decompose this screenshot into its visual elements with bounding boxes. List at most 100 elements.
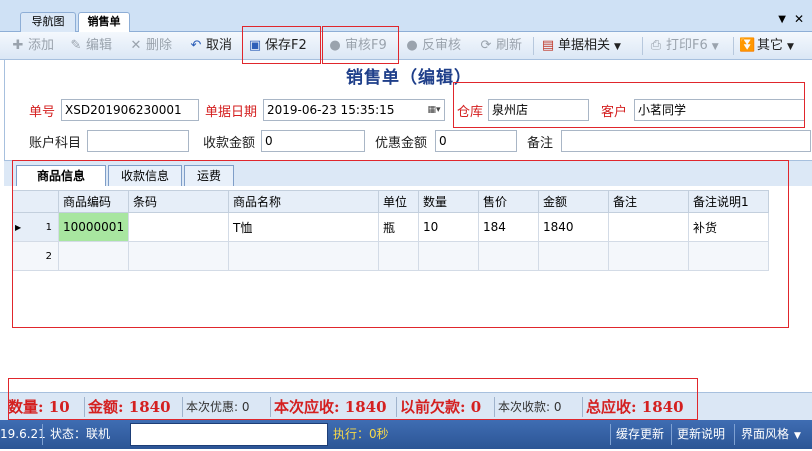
printer-icon: ⎙: [650, 38, 662, 53]
toolbar-separator: [533, 37, 534, 55]
discount-amount-field[interactable]: 0: [435, 130, 517, 152]
tab-payment-info[interactable]: 收款信息: [108, 165, 182, 186]
summary-separator: [270, 397, 271, 417]
table-cell[interactable]: T恤: [228, 212, 379, 242]
print-dropdown[interactable]: ⎙ 打印F6 ▼: [648, 32, 719, 60]
column-header[interactable]: 商品编码: [58, 190, 129, 213]
chevron-down-icon: ▼: [794, 431, 801, 441]
update-notes-button[interactable]: 更新说明: [677, 420, 725, 449]
save-button[interactable]: ▣ 保存F2: [247, 32, 307, 60]
double-chevron-down-icon: ⏬: [739, 38, 756, 53]
table-cell[interactable]: 1840: [538, 212, 609, 242]
table-cell[interactable]: [688, 241, 769, 271]
table-row[interactable]: 2: [12, 241, 769, 271]
row-number[interactable]: ▶ 1: [12, 212, 59, 242]
received-amount-field[interactable]: 0: [261, 130, 365, 152]
page-title: 销售单（编辑）: [346, 68, 472, 88]
table-cell[interactable]: [128, 212, 229, 242]
toolbar-separator: [642, 37, 643, 55]
chevron-down-icon: ▼: [787, 42, 794, 52]
table-cell[interactable]: [58, 241, 129, 271]
unaudit-button[interactable]: ● 反审核: [404, 32, 461, 60]
tab-product-info[interactable]: 商品信息: [16, 165, 106, 187]
cancel-label: 取消: [206, 38, 233, 53]
edit-button[interactable]: ✎ 编辑: [68, 32, 112, 60]
table-cell[interactable]: 瓶: [378, 212, 419, 242]
row-number[interactable]: 2: [12, 241, 59, 271]
document-related-dropdown[interactable]: ▤ 单据相关 ▼: [540, 32, 621, 60]
theme-label: 界面风格: [741, 427, 790, 441]
table-cell[interactable]: [608, 241, 689, 271]
tab-navigation[interactable]: 导航图: [20, 12, 76, 32]
remark-field[interactable]: [561, 130, 811, 152]
refresh-icon: ⟳: [480, 38, 492, 53]
warehouse-label: 仓库: [457, 105, 484, 120]
warehouse-field[interactable]: 泉州店: [488, 99, 589, 121]
table-cell[interactable]: [128, 241, 229, 271]
refresh-label: 刷新: [496, 38, 523, 53]
audit-button[interactable]: ● 审核F9: [327, 32, 387, 60]
pencil-icon: ✎: [70, 38, 82, 53]
save-label: 保存F2: [265, 38, 307, 53]
date-picker[interactable]: 2019-06-23 15:35:15 ▦▾: [263, 99, 445, 121]
row-number-label: 1: [45, 221, 52, 233]
doc-no-field[interactable]: XSD201906230001: [61, 99, 199, 121]
column-header[interactable]: 单位: [378, 190, 419, 213]
audit-label: 审核F9: [345, 38, 387, 53]
this-receivable: 本次应收: 1840: [274, 398, 387, 416]
tab-freight[interactable]: 运费: [184, 165, 234, 186]
summary-separator: [182, 397, 183, 417]
product-grid-area: 商品编码 条码 商品名称 单位 数量 售价 金额 备注 备注说明1 ▶ 1 100…: [4, 186, 812, 380]
total-quantity: 数量: 10: [8, 398, 70, 416]
cancel-button[interactable]: ↶ 取消: [188, 32, 232, 60]
table-cell[interactable]: 184: [478, 212, 539, 242]
remark-label: 备注: [527, 136, 554, 151]
customer-field[interactable]: 小茗同学: [634, 99, 805, 121]
total-amount: 金额: 1840: [88, 398, 171, 416]
table-cell[interactable]: [538, 241, 609, 271]
grid-header-row: 商品编码 条码 商品名称 单位 数量 售价 金额 备注 备注说明1: [12, 190, 769, 213]
summary-separator: [396, 397, 397, 417]
delete-button[interactable]: ✕ 删除: [128, 32, 172, 60]
customer-label: 客户: [601, 105, 628, 120]
account-field[interactable]: [87, 130, 189, 152]
product-grid: 商品编码 条码 商品名称 单位 数量 售价 金额 备注 备注说明1 ▶ 1 100…: [12, 190, 769, 271]
tab-list-dropdown-icon[interactable]: ▼: [778, 14, 786, 25]
date-value: 2019-06-23 15:35:15: [267, 103, 395, 117]
table-cell[interactable]: [418, 241, 479, 271]
summary-separator: [84, 397, 85, 417]
theme-dropdown[interactable]: 界面风格 ▼: [741, 420, 801, 449]
table-cell[interactable]: [378, 241, 419, 271]
column-header[interactable]: 售价: [478, 190, 539, 213]
toolbar-separator: [733, 37, 734, 55]
unaudit-label: 反审核: [422, 38, 462, 53]
refresh-button[interactable]: ⟳ 刷新: [478, 32, 522, 60]
add-button[interactable]: ✚ 添加: [10, 32, 54, 60]
received-amount-label: 收款金额: [203, 136, 256, 151]
table-cell[interactable]: 补货: [688, 212, 769, 242]
column-header[interactable]: 商品名称: [228, 190, 379, 213]
total-receivable: 总应收: 1840: [586, 398, 684, 416]
status-separator: [734, 424, 735, 445]
column-header[interactable]: 金额: [538, 190, 609, 213]
table-cell[interactable]: [608, 212, 689, 242]
close-tab-icon[interactable]: ✕: [794, 12, 804, 26]
version-text: 19.6.21: [0, 427, 46, 441]
previous-debt: 以前欠款: 0: [400, 398, 482, 416]
column-header[interactable]: 备注: [608, 190, 689, 213]
table-cell[interactable]: [228, 241, 379, 271]
table-row[interactable]: ▶ 1 10000001 T恤 瓶 10 184 1840 补货: [12, 212, 769, 242]
order-header-form: 销售单（编辑） 单号 XSD201906230001 单据日期 2019-06-…: [4, 60, 812, 160]
edit-label: 编辑: [86, 38, 113, 53]
calendar-icon[interactable]: ▦▾: [426, 103, 442, 117]
column-header[interactable]: 数量: [418, 190, 479, 213]
tab-sales-order[interactable]: 销售单: [78, 12, 130, 33]
cache-update-button[interactable]: 缓存更新: [616, 420, 664, 449]
table-cell[interactable]: 10000001: [58, 212, 129, 242]
column-header[interactable]: 条码: [128, 190, 229, 213]
table-cell[interactable]: 10: [418, 212, 479, 242]
column-header[interactable]: 备注说明1: [688, 190, 769, 213]
other-dropdown[interactable]: ⏬ 其它 ▼: [739, 32, 794, 60]
table-cell[interactable]: [478, 241, 539, 271]
this-received: 本次收款: 0: [498, 400, 562, 414]
